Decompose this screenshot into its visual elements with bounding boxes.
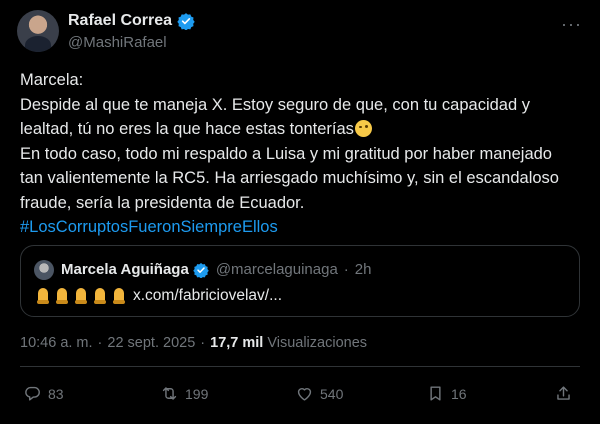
bookmark-icon	[430, 386, 441, 401]
winking-face-emoji-icon	[354, 120, 372, 137]
action-bar: 83 199 540 16	[20, 384, 580, 408]
tweet-line: fraude, sería la presidenta de Ecuador.	[20, 193, 305, 212]
like-button[interactable]: 540	[295, 384, 343, 403]
verified-badge-icon	[193, 262, 209, 278]
views-label: Visualizaciones	[267, 335, 368, 351]
quoted-time[interactable]: 2h	[355, 261, 372, 278]
tweet-line: tan valientemente la RC5. Ha arriesgado …	[20, 169, 559, 187]
share-icon	[557, 386, 570, 400]
praying-hands-emojis	[35, 287, 127, 305]
praying-hands-icon	[54, 287, 70, 305]
bookmark-count: 16	[451, 385, 467, 402]
tweet-text: Marcela: Despide al que te maneja X. Est…	[20, 68, 585, 240]
more-options-icon[interactable]: ···	[561, 14, 582, 35]
share-button[interactable]	[554, 384, 573, 403]
views-count: 17,7 mil	[210, 335, 264, 351]
tweet-line: Despide al que te maneja X. Estoy seguro…	[20, 95, 530, 114]
divider	[20, 366, 580, 367]
repost-icon	[162, 387, 177, 400]
post-time[interactable]: 10:46 a. m.	[20, 335, 93, 351]
quoted-author-name[interactable]: Marcela Aguiñaga	[61, 261, 189, 278]
meta-separator: ·	[97, 335, 103, 351]
tweet-line: Marcela:	[20, 71, 84, 89]
tweet-line-text: lealtad, tú no eres la que hace estas to…	[20, 120, 354, 138]
praying-hands-icon	[111, 287, 127, 305]
praying-hands-icon	[73, 287, 89, 305]
author-name[interactable]: Rafael Correa	[68, 12, 172, 30]
quoted-body: x.com/fabriciovelav/...	[35, 287, 282, 305]
verified-badge-icon	[177, 13, 195, 30]
author-line: Rafael Correa	[68, 12, 195, 30]
repost-count: 199	[185, 385, 209, 402]
meta-separator: ·	[200, 335, 206, 351]
quoted-avatar[interactable]	[34, 260, 54, 280]
reply-count: 83	[48, 385, 64, 402]
reply-icon	[25, 386, 40, 401]
tweet-metadata: 10:46 a. m. · 22 sept. 2025 · 17,7 mil V…	[20, 335, 367, 351]
avatar[interactable]	[17, 10, 59, 52]
heart-icon	[297, 388, 312, 401]
quoted-tweet-card[interactable]: Marcela Aguiñaga @marcelaguinaga · 2h x.…	[20, 245, 580, 317]
quoted-link[interactable]: x.com/fabriciovelav/...	[133, 287, 282, 305]
author-block: Rafael Correa @MashiRafael	[68, 12, 195, 51]
author-handle[interactable]: @MashiRafael	[68, 34, 195, 51]
reply-button[interactable]: 83	[23, 384, 64, 403]
quoted-header: Marcela Aguiñaga @marcelaguinaga · 2h	[61, 261, 371, 278]
like-count: 540	[320, 385, 344, 402]
quoted-handle[interactable]: @marcelaguinaga	[216, 261, 338, 278]
hashtag-link[interactable]: #LosCorruptosFueronSiempreEllos	[20, 215, 585, 240]
repost-button[interactable]: 199	[160, 384, 208, 403]
quoted-separator: ·	[343, 261, 349, 278]
praying-hands-icon	[35, 287, 51, 305]
post-date[interactable]: 22 sept. 2025	[107, 335, 195, 351]
tweet-line: En todo caso, todo mi respaldo a Luisa y…	[20, 144, 552, 163]
praying-hands-icon	[92, 287, 108, 305]
bookmark-button[interactable]: 16	[426, 384, 467, 403]
tweet-line: lealtad, tú no eres la que hace estas to…	[20, 117, 585, 142]
